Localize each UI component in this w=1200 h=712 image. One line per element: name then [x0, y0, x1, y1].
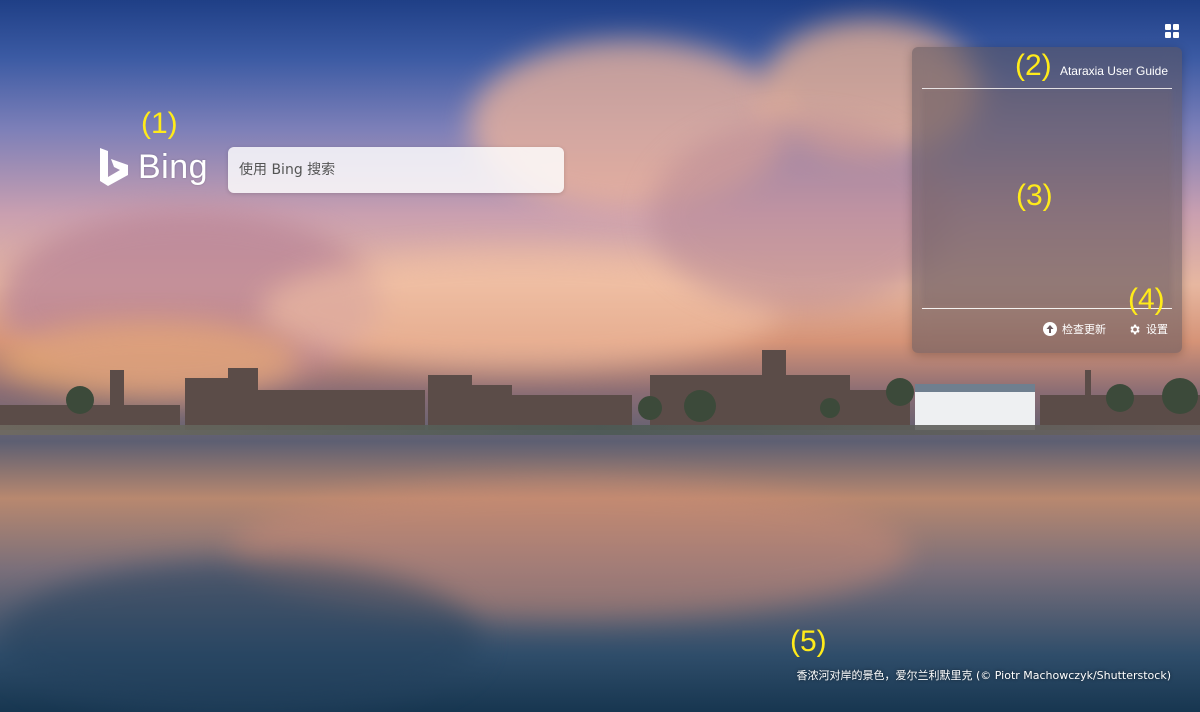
check-updates-label: 检查更新 — [1062, 323, 1106, 336]
bing-logo[interactable]: Bing — [98, 147, 208, 187]
background-water-reflection — [0, 560, 480, 712]
gear-icon — [1128, 323, 1141, 336]
image-caption[interactable]: 香浓河对岸的景色，爱尔兰利默里克 (© Piotr Machowczyk/Shu… — [796, 667, 1171, 683]
settings-label: 设置 — [1146, 323, 1168, 336]
upload-arrow-icon — [1043, 322, 1057, 336]
annotation-marker-5: (5) — [790, 625, 827, 658]
bing-wordmark: Bing — [138, 147, 209, 186]
apps-grid-icon[interactable] — [1165, 24, 1179, 38]
annotation-marker-2: (2) — [1015, 49, 1052, 82]
bing-logo-icon — [98, 147, 130, 187]
background-cloud — [650, 120, 950, 310]
annotation-marker-4: (4) — [1128, 283, 1165, 316]
background-shoreline — [0, 425, 1200, 435]
panel-title[interactable]: Ataraxia User Guide — [1060, 64, 1168, 78]
new-tab-page: Bing Ataraxia User Guide 检查更新 — [0, 0, 1200, 712]
search-input[interactable] — [237, 161, 564, 179]
check-updates-button[interactable]: 检查更新 — [1043, 321, 1106, 337]
panel-actions: 检查更新 设置 — [1043, 321, 1168, 337]
annotation-marker-3: (3) — [1016, 179, 1053, 212]
search-box[interactable] — [228, 147, 564, 193]
settings-button[interactable]: 设置 — [1128, 321, 1168, 337]
annotation-marker-1: (1) — [141, 107, 178, 140]
